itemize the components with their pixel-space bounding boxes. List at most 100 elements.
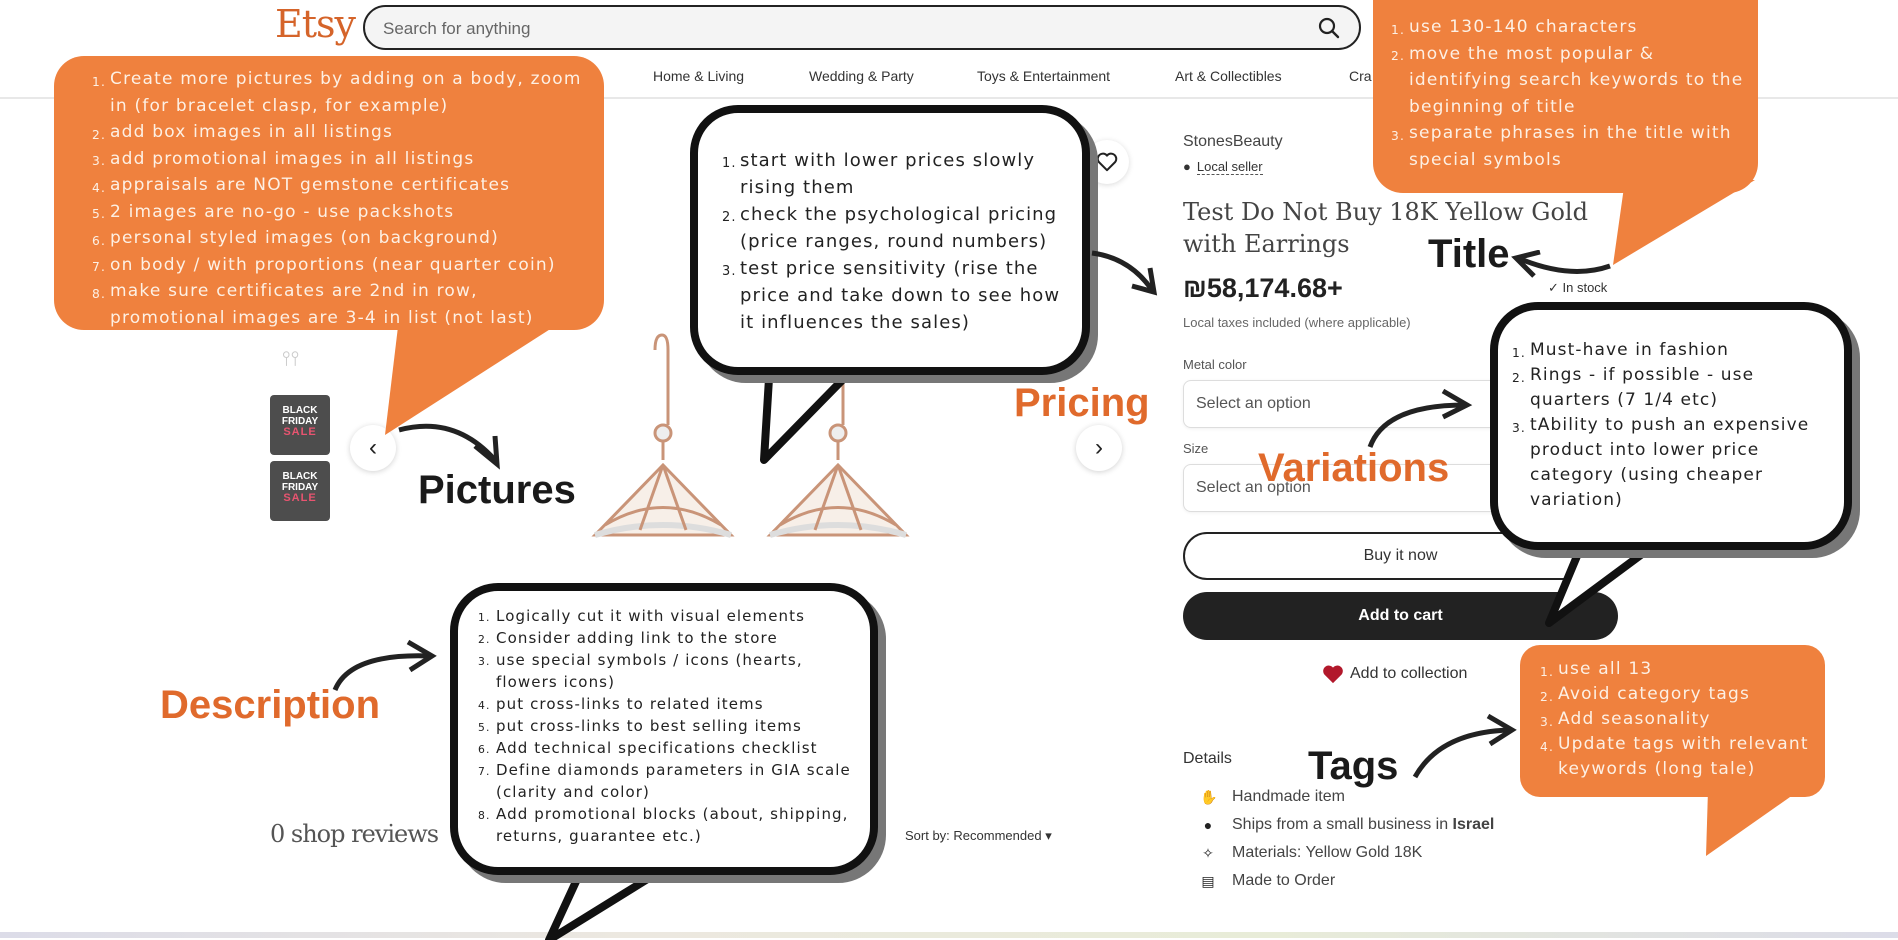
thumbnail-black-friday[interactable]: BLACK FRIDAY SALE (270, 395, 330, 455)
sparkle-icon: ✧ (1202, 844, 1214, 861)
tip-item: Rings - if possible - use quarters (7 1/… (1512, 365, 1755, 410)
tip-item: put cross-links to best selling items (478, 717, 802, 739)
tip-item: Add seasonality (1540, 709, 1711, 735)
nav-craft[interactable]: Cra (1349, 68, 1372, 84)
tip-item: Consider adding link to the store (478, 629, 778, 651)
shop-reviews-heading: 0 shop reviews (270, 820, 439, 848)
tip-item: use special symbols / icons (hearts, flo… (478, 651, 803, 691)
description-label: Description (160, 683, 381, 727)
pictures-tips-list: Create more pictures by adding on a body… (92, 66, 584, 331)
caret-down-icon: ▾ (1045, 828, 1052, 843)
local-seller-badge[interactable]: ● Local seller (1183, 159, 1263, 175)
variations-tips-bubble: Must-have in fashion Rings - if possible… (1490, 302, 1852, 550)
tags-arrow-icon (1412, 713, 1517, 779)
heart-outline-icon (1096, 152, 1118, 172)
size-label: Size (1183, 441, 1209, 456)
tip-item: check the psychological pricing (price r… (722, 204, 1058, 252)
chevron-right-icon: › (1095, 434, 1103, 461)
bottom-strip (0, 932, 1898, 938)
tip-item: Update tags with relevant keywords (long… (1540, 734, 1809, 779)
tip-item: use 130-140 characters (1391, 17, 1638, 43)
tip-item: add box images in all listings (92, 122, 394, 148)
search-icon[interactable] (1317, 16, 1341, 40)
pricing-tips-list: start with lower prices slowly rising th… (722, 147, 1072, 336)
details-heading: Details (1183, 750, 1232, 767)
thumb-sale-text: SALE (283, 426, 317, 438)
add-to-collection-button[interactable]: Add to collection (1322, 664, 1467, 684)
detail-text: Made to Order (1232, 872, 1336, 889)
variations-tips-list: Must-have in fashion Rings - if possible… (1512, 338, 1836, 513)
tip-item: add promotional images in all listings (92, 148, 475, 174)
detail-text: Handmade item (1232, 788, 1345, 805)
favorite-button[interactable] (1085, 140, 1129, 184)
tip-item: personal styled images (on background) (92, 228, 499, 254)
tip-item: make sure certificates are 2nd in row, p… (92, 281, 534, 328)
detail-made-to-order: ▤ Made to Order (1200, 872, 1335, 890)
tip-item: use all 13 (1540, 659, 1653, 685)
detail-text: Materials: Yellow Gold 18K (1232, 844, 1423, 861)
metal-color-label: Metal color (1183, 357, 1247, 372)
pricing-label: Pricing (1014, 381, 1150, 425)
tip-item: Create more pictures by adding on a body… (92, 69, 582, 116)
tip-item: test price sensitivity (rise the price a… (722, 258, 1061, 333)
hand-icon: ✋ (1200, 788, 1218, 805)
tags-tips-bubble: use all 13 Avoid category tags Add seaso… (1520, 645, 1825, 797)
detail-country: Israel (1452, 816, 1495, 833)
description-tips-list: Logically cut it with visual elements Co… (478, 605, 862, 847)
tip-item: move the most popular & identifying sear… (1391, 43, 1744, 117)
search-placeholder: Search for anything (383, 19, 531, 38)
thumbnail-earrings[interactable]: ⫯⫯ (282, 348, 299, 371)
tip-item: Add technical specifications checklist (478, 739, 818, 761)
thumb-sale-text: SALE (283, 492, 317, 504)
pictures-tips-bubble: Create more pictures by adding on a body… (54, 56, 604, 330)
pricing-bubble-tail (760, 360, 864, 464)
etsy-logo[interactable]: Etsy (275, 2, 356, 46)
tip-item: put cross-links to related items (478, 695, 764, 717)
pictures-arrow-icon (398, 423, 500, 470)
nav-toys-entertainment[interactable]: Toys & Entertainment (977, 68, 1110, 84)
tip-item: 2 images are no-go - use packshots (92, 201, 455, 227)
tip-item: Define diamonds parameters in GIA scale … (478, 761, 851, 801)
tip-item: Must-have in fashion (1512, 340, 1730, 366)
description-tips-bubble: Logically cut it with visual elements Co… (450, 583, 878, 875)
tip-item: tAbility to push an expensive product in… (1512, 415, 1810, 510)
location-pin-icon: ● (1203, 817, 1213, 833)
pricing-arrow-icon (1091, 250, 1158, 296)
tags-bubble-tail (1706, 790, 1800, 856)
detail-materials: ✧ Materials: Yellow Gold 18K (1200, 844, 1422, 862)
title-arrow-icon (1511, 250, 1611, 278)
thumb-text: BLACK (282, 471, 318, 482)
add-to-collection-label: Add to collection (1350, 665, 1468, 682)
variations-arrow-icon (1367, 388, 1473, 448)
location-pin-icon: ● (1183, 159, 1191, 174)
next-image-button[interactable]: › (1076, 425, 1122, 471)
title-label: Title (1428, 232, 1510, 276)
tip-item: separate phrases in the title with speci… (1391, 123, 1732, 170)
nav-wedding-party[interactable]: Wedding & Party (809, 68, 914, 84)
sort-dropdown[interactable]: Sort by: Recommended ▾ (905, 828, 1052, 844)
tax-note: Local taxes included (where applicable) (1183, 315, 1411, 330)
detail-ships-from: ● Ships from a small business in Israel (1200, 816, 1495, 834)
tip-item: start with lower prices slowly rising th… (722, 150, 1036, 198)
tip-item: on body / with proportions (near quarter… (92, 254, 556, 280)
tip-item: Add promotional blocks (about, shipping,… (478, 805, 849, 845)
sort-label: Sort by: Recommended (905, 828, 1042, 843)
search-input[interactable]: Search for anything (363, 5, 1361, 50)
detail-handmade: ✋ Handmade item (1200, 788, 1345, 806)
variations-label: Variations (1258, 446, 1450, 490)
thumbnail-black-friday[interactable]: BLACK FRIDAY SALE (270, 461, 330, 521)
clipboard-icon: ▤ (1201, 872, 1215, 889)
tags-label: Tags (1308, 744, 1399, 788)
tip-item: Logically cut it with visual elements (478, 607, 806, 629)
tip-item: Avoid category tags (1540, 684, 1751, 710)
shop-name-link[interactable]: StonesBeauty (1183, 133, 1283, 151)
nav-home-living[interactable]: Home & Living (653, 68, 744, 84)
product-price: ₪58,174.68+ (1183, 273, 1343, 303)
local-seller-label: Local seller (1196, 159, 1263, 175)
title-tips-list: use 130-140 characters move the most pop… (1391, 14, 1744, 173)
heart-filled-icon (1323, 665, 1343, 684)
title-bubble-tail (1613, 180, 1755, 265)
pictures-label: Pictures (418, 468, 576, 512)
nav-art-collectibles[interactable]: Art & Collectibles (1175, 68, 1282, 84)
detail-text: Ships from a small business in (1232, 816, 1453, 833)
